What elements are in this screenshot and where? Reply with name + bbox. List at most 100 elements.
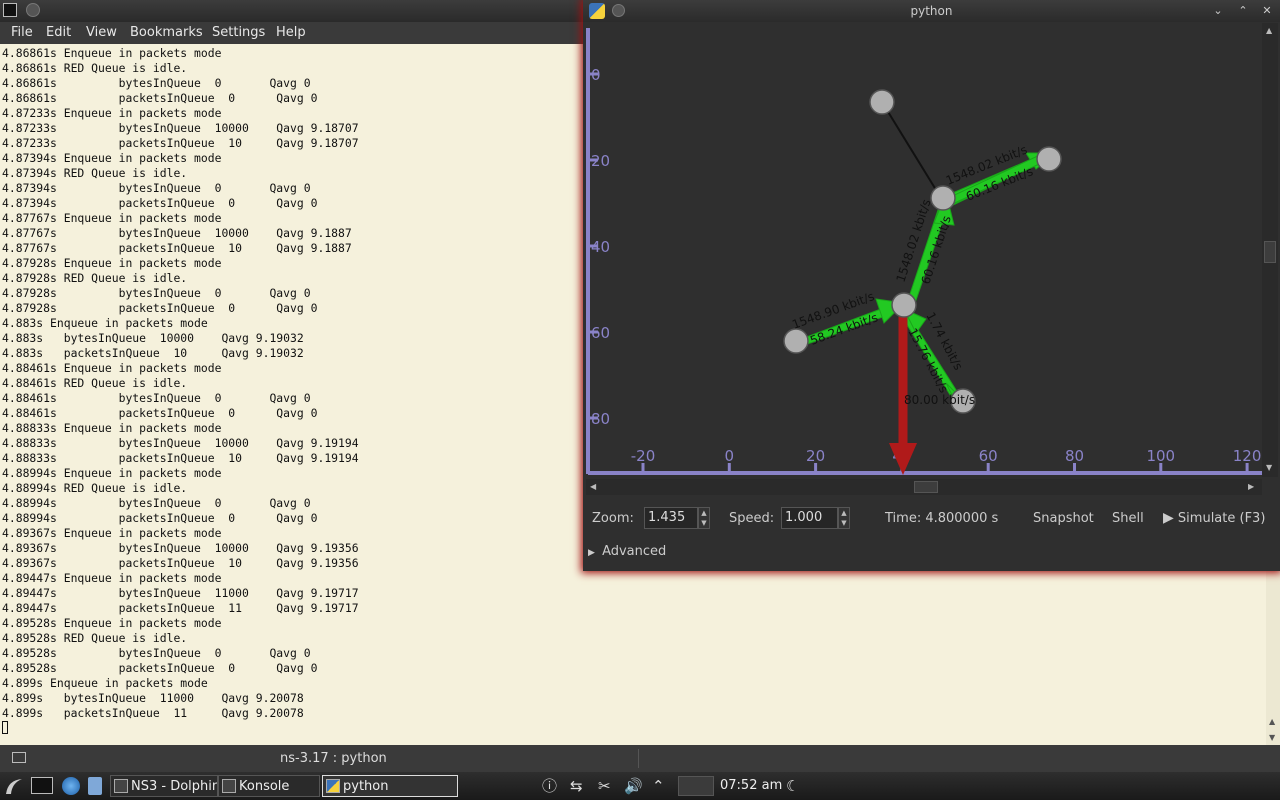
terminal-line: 4.87767s bytesInQueue 10000 Qavg 9.1887 xyxy=(2,226,352,240)
terminal-line: 4.89367s packetsInQueue 10 Qavg 9.19356 xyxy=(2,556,359,570)
y-tick-label: 60 xyxy=(591,324,610,342)
scissors-icon[interactable]: ✂ xyxy=(598,775,611,797)
clock[interactable]: 07:52 am xyxy=(720,778,782,793)
browser-launcher-icon[interactable] xyxy=(62,777,80,795)
menu-bookmarks[interactable]: Bookmarks xyxy=(130,25,203,40)
scroll-up-icon[interactable]: ▲ xyxy=(1269,717,1275,726)
terminal-tab-icon xyxy=(12,752,26,763)
x-tick-label: 120 xyxy=(1233,447,1262,465)
menu-help[interactable]: Help xyxy=(276,25,306,40)
info-icon[interactable]: ⓘ xyxy=(542,775,557,797)
terminal-line: 4.899s packetsInQueue 11 Qavg 9.20078 xyxy=(2,706,304,720)
task-label: NS3 - Dolphin xyxy=(131,779,218,794)
terminal-line: 4.87394s bytesInQueue 0 Qavg 0 xyxy=(2,181,311,195)
desktop-pager[interactable] xyxy=(678,776,714,796)
terminal-line: 4.88994s packetsInQueue 0 Qavg 0 xyxy=(2,511,318,525)
topology-svg[interactable]: 020406080 -20020406080100120 xyxy=(586,23,1262,477)
simulate-label: Simulate (F3) xyxy=(1177,511,1266,526)
y-tick-label: 40 xyxy=(591,238,610,256)
zoom-stepper[interactable]: ▲ ▼ xyxy=(698,507,710,529)
node-0[interactable] xyxy=(869,89,895,115)
terminal-line: 4.89528s Enqueue in packets mode xyxy=(2,616,222,630)
kde-menu-icon[interactable] xyxy=(2,774,28,798)
task-label: python xyxy=(343,779,389,794)
close-icon[interactable]: ✕ xyxy=(1259,3,1275,19)
link-label: 80.00 kbit/s xyxy=(904,393,975,407)
terminal-line: 4.89528s packetsInQueue 0 Qavg 0 xyxy=(2,661,318,675)
x-tick-label: 20 xyxy=(806,447,825,465)
terminal-line: 4.87767s packetsInQueue 10 Qavg 9.1887 xyxy=(2,241,352,255)
topology-canvas[interactable]: 020406080 -20020406080100120 xyxy=(586,23,1262,477)
terminal-line: 4.89528s RED Queue is idle. xyxy=(2,631,188,645)
menu-settings[interactable]: Settings xyxy=(212,25,265,40)
terminal-line: 4.89528s bytesInQueue 0 Qavg 0 xyxy=(2,646,311,660)
terminal-line: 4.87394s Enqueue in packets mode xyxy=(2,151,222,165)
terminal-line: 4.89447s packetsInQueue 11 Qavg 9.19717 xyxy=(2,601,359,615)
terminal-line: 4.87928s RED Queue is idle. xyxy=(2,271,188,285)
chevron-right-icon: ▶ xyxy=(588,548,595,558)
terminal-line: 4.89447s Enqueue in packets mode xyxy=(2,571,222,585)
y-tick-label: 20 xyxy=(591,152,610,170)
moon-icon[interactable]: ☾ xyxy=(786,775,799,797)
play-icon: ▶ xyxy=(1163,510,1174,526)
dolphin-icon xyxy=(114,779,128,793)
node-2[interactable] xyxy=(1036,146,1062,172)
window-menu-icon[interactable] xyxy=(26,3,40,17)
terminal-launcher-icon[interactable] xyxy=(31,777,53,794)
task-dolphin[interactable]: NS3 - Dolphin xyxy=(110,775,218,797)
terminal-line: 4.87928s Enqueue in packets mode xyxy=(2,256,222,270)
chevron-down-icon[interactable]: ⌄ xyxy=(1210,3,1226,19)
terminal-line: 4.89447s bytesInQueue 11000 Qavg 9.19717 xyxy=(2,586,359,600)
status-divider xyxy=(638,749,639,768)
speed-input[interactable]: 1.000 xyxy=(781,507,838,529)
node-4[interactable] xyxy=(783,328,809,354)
node-1[interactable] xyxy=(930,185,956,211)
terminal-line: 4.87767s Enqueue in packets mode xyxy=(2,211,222,225)
files-launcher-icon[interactable] xyxy=(88,777,102,795)
node-3[interactable] xyxy=(891,292,917,318)
menu-edit[interactable]: Edit xyxy=(46,25,71,40)
snapshot-button[interactable]: Snapshot xyxy=(1033,511,1094,526)
chevron-up-icon[interactable]: ⌃ xyxy=(1235,3,1251,19)
zoom-input[interactable]: 1.435 xyxy=(644,507,698,529)
scroll-thumb[interactable] xyxy=(1264,241,1276,263)
scroll-down-icon[interactable]: ▼ xyxy=(1266,463,1272,472)
link-line xyxy=(881,101,942,199)
terminal-line: 4.87394s packetsInQueue 0 Qavg 0 xyxy=(2,196,318,210)
terminal-line: 4.86861s RED Queue is idle. xyxy=(2,61,188,75)
terminal-app-icon[interactable] xyxy=(3,3,17,17)
speed-stepper[interactable]: ▲ ▼ xyxy=(838,507,850,529)
terminal-line: 4.87233s bytesInQueue 10000 Qavg 9.18707 xyxy=(2,121,359,135)
terminal-line: 4.87928s packetsInQueue 0 Qavg 0 xyxy=(2,301,318,315)
terminal-line: 4.86861s bytesInQueue 0 Qavg 0 xyxy=(2,76,311,90)
shell-button[interactable]: Shell xyxy=(1112,511,1144,526)
volume-icon[interactable]: 🔊 xyxy=(624,775,643,797)
python-window: python ⌄ ⌃ ✕ 020406080 -2002040608010012… xyxy=(583,0,1280,571)
terminal-line: 4.86861s packetsInQueue 0 Qavg 0 xyxy=(2,91,318,105)
scroll-left-icon[interactable]: ◀ xyxy=(590,482,596,491)
canvas-vertical-scrollbar[interactable]: ▲ ▼ xyxy=(1262,23,1278,477)
window-title: python xyxy=(910,4,953,18)
terminal-line: 4.883s bytesInQueue 10000 Qavg 9.19032 xyxy=(2,331,304,345)
network-icon[interactable]: ⇆ xyxy=(570,775,583,797)
terminal-line: 4.88461s RED Queue is idle. xyxy=(2,376,188,390)
y-tick-label: 0 xyxy=(591,66,601,84)
terminal-line: 4.88833s bytesInQueue 10000 Qavg 9.19194 xyxy=(2,436,359,450)
scroll-down-icon[interactable]: ▼ xyxy=(1269,733,1275,742)
session-title[interactable]: ns-3.17 : python xyxy=(280,751,387,766)
canvas-horizontal-scrollbar[interactable]: ◀ ▶ xyxy=(586,479,1262,495)
scroll-up-icon[interactable]: ▲ xyxy=(1266,26,1272,35)
scroll-right-icon[interactable]: ▶ xyxy=(1248,482,1254,491)
terminal-line: 4.87394s RED Queue is idle. xyxy=(2,166,188,180)
scroll-thumb[interactable] xyxy=(914,481,938,493)
simulate-button[interactable]: ▶ Simulate (F3) xyxy=(1163,510,1265,526)
advanced-expander[interactable]: ▶ Advanced xyxy=(588,544,666,559)
terminal-line: 4.88994s RED Queue is idle. xyxy=(2,481,188,495)
task-konsole[interactable]: Konsole xyxy=(218,775,320,797)
chevron-up-icon[interactable]: ⌃ xyxy=(652,775,665,797)
menu-view[interactable]: View xyxy=(86,25,117,40)
menu-file[interactable]: File xyxy=(11,25,33,40)
terminal-line: 4.87233s Enqueue in packets mode xyxy=(2,106,222,120)
task-python[interactable]: python xyxy=(322,775,458,797)
terminal-line: 4.88994s bytesInQueue 0 Qavg 0 xyxy=(2,496,311,510)
